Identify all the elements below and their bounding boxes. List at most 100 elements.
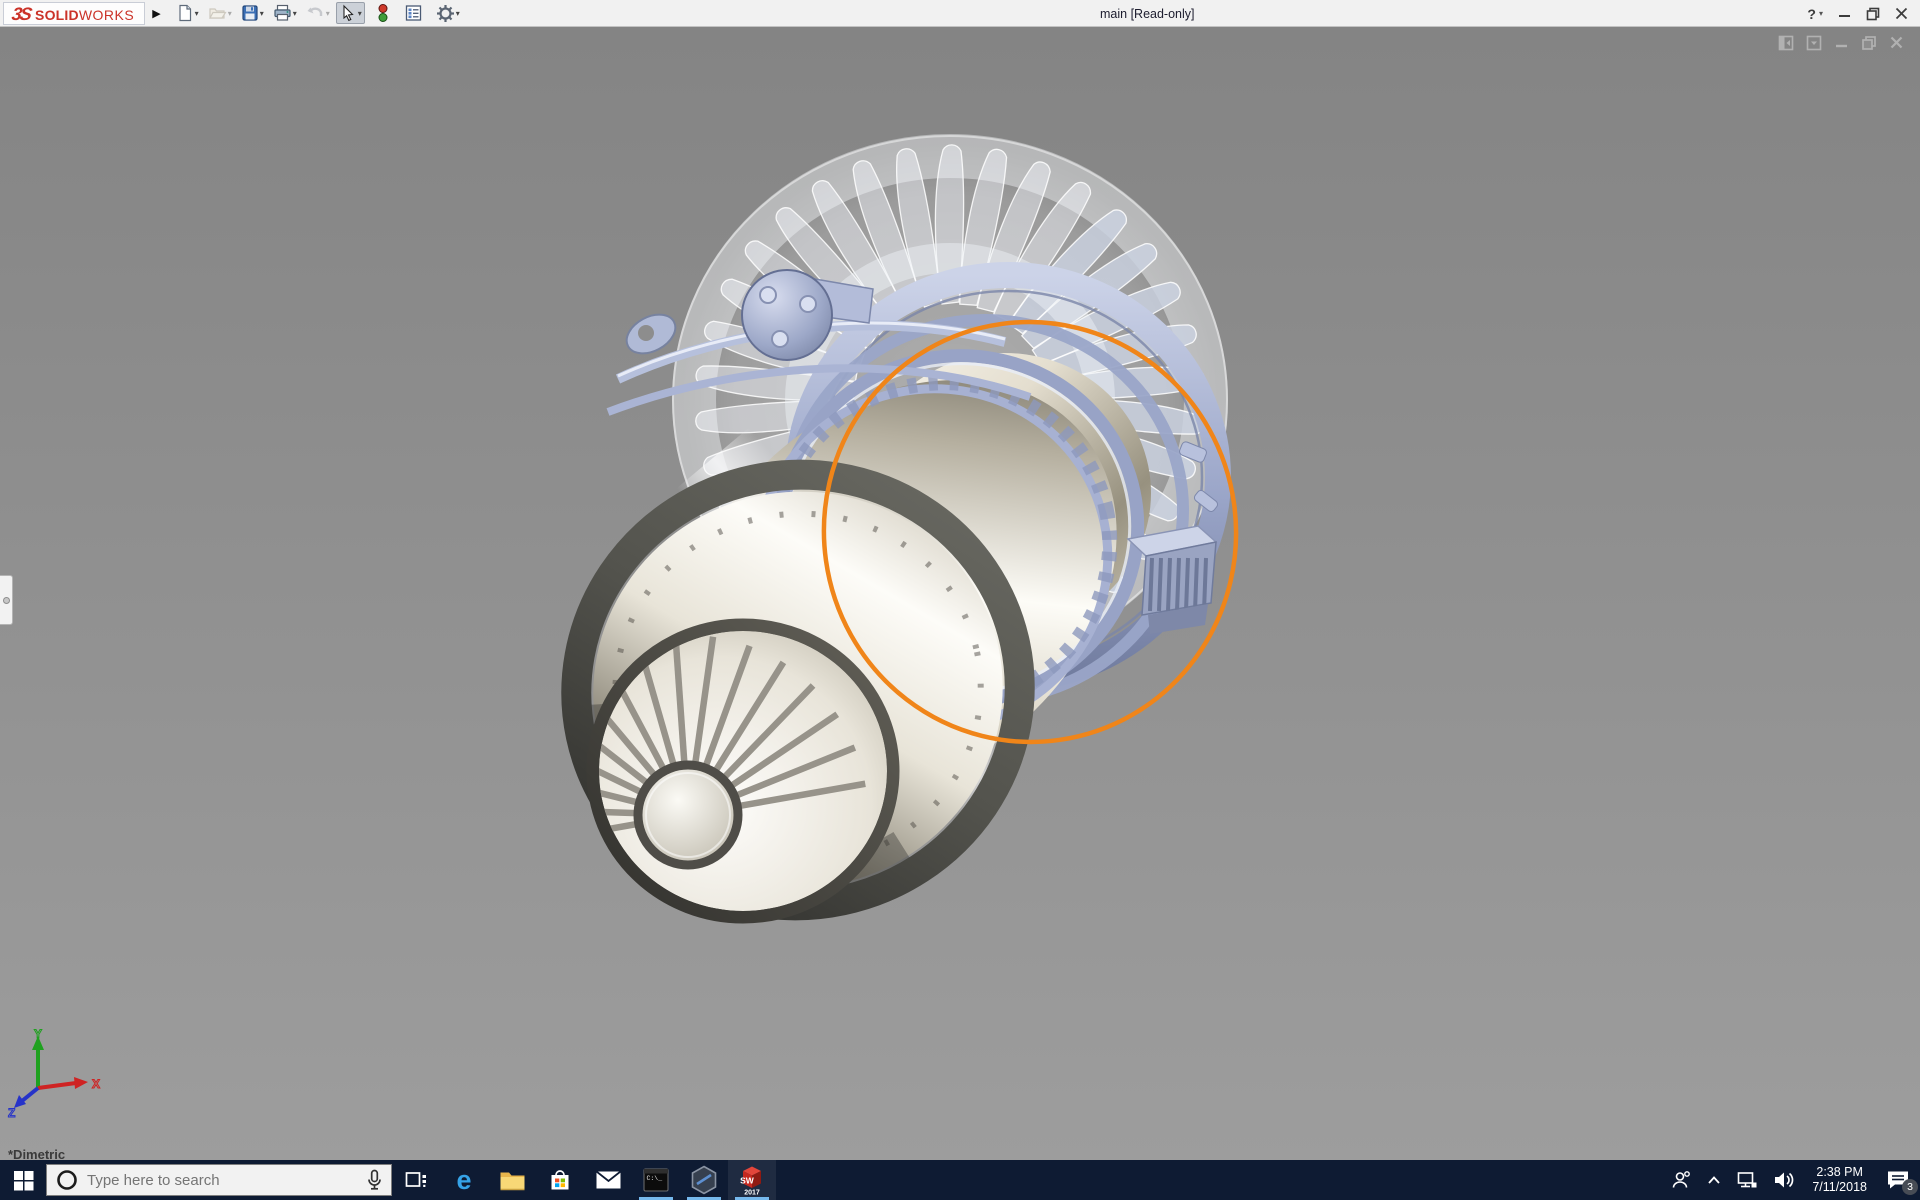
- select-tool-button[interactable]: ▾: [336, 2, 365, 24]
- help-button[interactable]: ? ▾: [1807, 6, 1823, 22]
- view-orientation-label: *Dimetric: [8, 1147, 65, 1162]
- window-title: main [Read-only]: [1100, 7, 1195, 21]
- open-folder-icon: [208, 4, 227, 22]
- featuremanager-pane-toggle-button[interactable]: [1778, 35, 1794, 56]
- search-box[interactable]: [46, 1164, 392, 1196]
- taskbar-item-cmd[interactable]: C:\_: [632, 1160, 680, 1200]
- properties-list-icon: [404, 4, 423, 22]
- microphone-icon[interactable]: [367, 1169, 382, 1191]
- command-prompt-icon: C:\_: [643, 1167, 669, 1193]
- options-gear-button[interactable]: ▾: [433, 2, 463, 25]
- windows-logo-icon: [13, 1170, 34, 1191]
- taskbar-spacer: [776, 1160, 1663, 1200]
- menu-expand-arrow-icon[interactable]: ▶: [152, 7, 160, 20]
- start-button[interactable]: [0, 1160, 46, 1200]
- restore-icon: [1866, 7, 1880, 21]
- network-button[interactable]: [1729, 1160, 1765, 1200]
- triad-z-label: Z: [8, 1106, 15, 1118]
- svg-text:SW: SW: [740, 1176, 755, 1186]
- taskbar-item-edge[interactable]: e: [440, 1160, 488, 1200]
- svg-text:2017: 2017: [744, 1190, 760, 1197]
- action-center-button[interactable]: 3: [1876, 1160, 1920, 1200]
- task-view-icon: [404, 1168, 428, 1192]
- close-icon: [1895, 7, 1908, 20]
- doc-minimize-icon: [1834, 35, 1849, 51]
- tab-handle-icon: [3, 597, 10, 604]
- search-input[interactable]: [87, 1172, 358, 1189]
- mail-icon: [595, 1170, 622, 1190]
- print-dropdown-caret[interactable]: ▾: [293, 9, 297, 18]
- taskbar-item-solidworks[interactable]: SW 2017: [728, 1160, 776, 1200]
- save-dropdown-caret[interactable]: ▾: [260, 9, 264, 18]
- undo-arrow-icon: [306, 4, 325, 22]
- display-pane-toggle-button[interactable]: [1806, 35, 1822, 56]
- new-dropdown-caret[interactable]: ▾: [195, 9, 199, 18]
- options-dropdown-caret[interactable]: ▾: [456, 9, 460, 18]
- view-stoplight-button[interactable]: [374, 1, 392, 25]
- save-button[interactable]: ▾: [238, 2, 267, 24]
- pane-down-icon: [1806, 35, 1822, 51]
- store-icon: [548, 1168, 572, 1193]
- save-floppy-icon: [241, 4, 259, 22]
- help-dropdown-caret[interactable]: ▾: [1819, 9, 1823, 18]
- volume-icon: [1772, 1169, 1796, 1191]
- document-window-controls: [1778, 35, 1904, 56]
- undo-dropdown-caret[interactable]: ▾: [326, 9, 330, 18]
- undo-button[interactable]: ▾: [303, 2, 333, 24]
- doc-restore-button[interactable]: [1861, 35, 1877, 56]
- people-icon: [1670, 1169, 1692, 1191]
- new-document-button[interactable]: ▾: [173, 2, 202, 24]
- 3ds-brand-icon: 3S: [10, 4, 32, 25]
- volume-button[interactable]: [1765, 1160, 1803, 1200]
- print-button[interactable]: ▾: [270, 2, 300, 24]
- taskbar-item-store[interactable]: [536, 1160, 584, 1200]
- close-button[interactable]: [1895, 7, 1908, 20]
- open-dropdown-caret[interactable]: ▾: [228, 9, 232, 18]
- pane-left-icon: [1778, 35, 1794, 51]
- app-titlebar: 3S SOLID WORKS ▶ ▾ ▾ ▾: [0, 0, 1920, 27]
- clock-date: 7/11/2018: [1812, 1180, 1867, 1195]
- svg-text:e: e: [456, 1165, 471, 1195]
- window-controls: ? ▾: [1807, 0, 1908, 27]
- stoplight-icon: [377, 3, 389, 23]
- restore-button[interactable]: [1866, 7, 1880, 21]
- chevron-up-icon: [1706, 1172, 1722, 1188]
- folder-icon: [499, 1169, 526, 1192]
- properties-button[interactable]: [401, 2, 426, 24]
- select-dropdown-caret[interactable]: ▾: [358, 9, 362, 18]
- taskbar: e C:\_: [0, 1160, 1920, 1200]
- toolbar: ▾ ▾ ▾ ▾: [173, 1, 463, 25]
- doc-close-button[interactable]: [1889, 35, 1904, 56]
- gear-icon: [436, 4, 455, 23]
- minimize-icon: [1838, 7, 1851, 20]
- solidworks-2017-icon: SW 2017: [738, 1164, 766, 1196]
- minimize-button[interactable]: [1838, 7, 1851, 20]
- graphics-area[interactable]: Y X Z *Dimetric: [0, 27, 1920, 1160]
- brand-works-text: WORKS: [79, 7, 134, 23]
- taskbar-item-hexagon-app[interactable]: [680, 1160, 728, 1200]
- featuremanager-collapsed-tab[interactable]: [0, 575, 13, 625]
- doc-minimize-button[interactable]: [1834, 35, 1849, 56]
- brand-solid-text: SOLID: [35, 7, 79, 23]
- people-button[interactable]: [1663, 1160, 1699, 1200]
- solidworks-logo: 3S SOLID WORKS: [3, 2, 145, 25]
- orientation-triad: Y X Z: [4, 1028, 108, 1118]
- print-icon: [273, 4, 292, 22]
- taskbar-item-mail[interactable]: [584, 1160, 632, 1200]
- select-cursor-icon: [339, 4, 357, 22]
- doc-close-icon: [1889, 35, 1904, 50]
- edge-icon: e: [449, 1165, 479, 1195]
- clock[interactable]: 2:38 PM 7/11/2018: [1803, 1160, 1876, 1200]
- hexagon-app-icon: [690, 1165, 718, 1195]
- jet-engine-model[interactable]: [0, 27, 1920, 1160]
- new-document-icon: [176, 4, 194, 22]
- taskbar-item-explorer[interactable]: [488, 1160, 536, 1200]
- triad-y-label: Y: [34, 1028, 42, 1041]
- cortana-icon: [56, 1169, 78, 1191]
- network-icon: [1736, 1169, 1758, 1191]
- taskbar-item-taskview[interactable]: [392, 1160, 440, 1200]
- triad-x-label: X: [92, 1077, 100, 1091]
- open-button[interactable]: ▾: [205, 2, 235, 24]
- hidden-icons-button[interactable]: [1699, 1160, 1729, 1200]
- doc-restore-icon: [1861, 35, 1877, 51]
